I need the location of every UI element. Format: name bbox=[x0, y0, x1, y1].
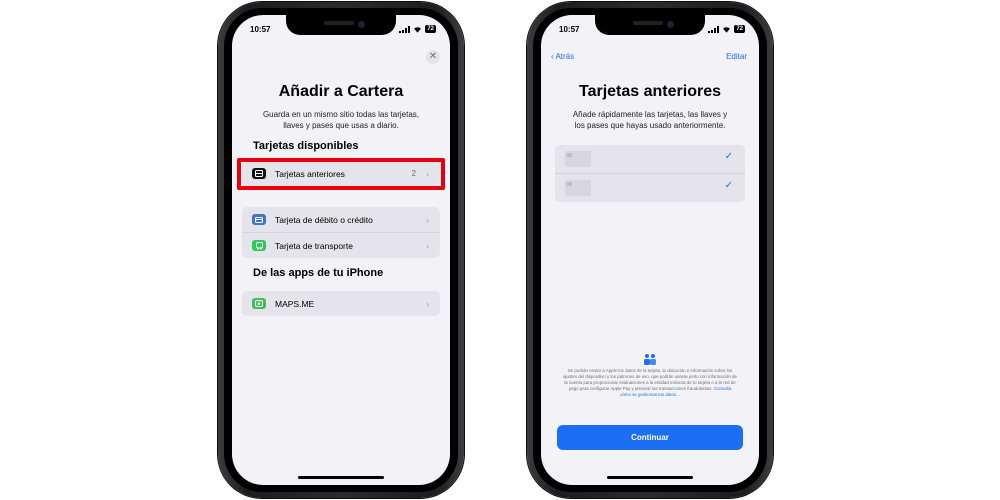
checkmark-icon: ✓ bbox=[724, 180, 733, 191]
page-title: Añadir a Cartera bbox=[278, 83, 404, 100]
chevron-right-icon: › bbox=[426, 240, 429, 251]
battery-icon: 72 bbox=[425, 25, 436, 33]
credit-card-icon bbox=[252, 214, 266, 225]
section-available-cards: Tarjetas disponibles bbox=[253, 140, 359, 152]
apps-group: MAPS.ME › bbox=[242, 291, 440, 316]
page-title: Tarjetas anteriores bbox=[579, 83, 721, 100]
maps-me-row[interactable]: MAPS.ME › bbox=[242, 291, 440, 316]
card-types-group: Tarjeta de débito o crédito › Tarjeta de… bbox=[242, 207, 440, 258]
red-highlight-box bbox=[237, 158, 445, 190]
page-description: Guarda en un mismo sitio todas las tarje… bbox=[262, 110, 420, 130]
back-button[interactable]: ‹ Atrás bbox=[551, 52, 574, 61]
previous-cards-screen: 10:57 72 ‹ Atrás Editar Tarjetas anterio… bbox=[541, 15, 759, 485]
continue-button[interactable]: Continuar bbox=[557, 425, 743, 450]
right-phone: 10:57 72 ‹ Atrás Editar Tarjetas anterio… bbox=[527, 2, 773, 498]
debit-credit-card-row[interactable]: Tarjeta de débito o crédito › bbox=[242, 207, 440, 232]
wifi-icon bbox=[414, 26, 422, 33]
transit-card-row[interactable]: Tarjeta de transporte › bbox=[242, 232, 440, 258]
battery-icon: 72 bbox=[734, 25, 745, 33]
status-time: 10:57 bbox=[559, 25, 580, 34]
transit-card-label: Tarjeta de transporte bbox=[275, 240, 353, 251]
checkmark-icon: ✓ bbox=[724, 151, 733, 162]
maps-me-label: MAPS.ME bbox=[275, 298, 315, 309]
phone-bezel: 10:57 72 ‹ Atrás Editar Tarjetas anterio… bbox=[533, 8, 767, 492]
debit-credit-card-label: Tarjeta de débito o crédito bbox=[275, 214, 373, 225]
edit-button[interactable]: Editar bbox=[726, 52, 747, 61]
add-to-wallet-screen: 10:57 72 ✕ Añadir a Cartera Guarda en un… bbox=[232, 15, 450, 485]
phone-bezel: 10:57 72 ✕ Añadir a Cartera Guarda en un… bbox=[224, 8, 458, 492]
chevron-right-icon: › bbox=[426, 214, 429, 225]
privacy-notice: Se podrán enviar a Apple los datos de la… bbox=[563, 368, 737, 398]
card-thumbnail bbox=[565, 180, 591, 196]
wifi-icon bbox=[723, 26, 731, 33]
card-thumbnail bbox=[565, 151, 591, 167]
chevron-right-icon: › bbox=[426, 298, 429, 309]
close-button[interactable]: ✕ bbox=[426, 50, 440, 64]
section-iphone-apps: De las apps de tu iPhone bbox=[253, 267, 384, 279]
status-time: 10:57 bbox=[250, 25, 271, 34]
signal-icon bbox=[399, 25, 411, 33]
previous-cards-list: ✓ ✓ bbox=[555, 145, 745, 202]
train-icon bbox=[252, 240, 266, 251]
page-description: Añade rápidamente las tarjetas, las llav… bbox=[572, 110, 728, 130]
previous-card-item[interactable]: ✓ bbox=[555, 173, 745, 202]
privacy-handshake-icon bbox=[644, 354, 656, 365]
home-indicator[interactable] bbox=[298, 476, 384, 479]
home-indicator[interactable] bbox=[607, 476, 693, 479]
notch bbox=[595, 15, 705, 35]
back-label: Atrás bbox=[555, 52, 575, 61]
previous-card-item[interactable]: ✓ bbox=[555, 145, 745, 173]
notch bbox=[286, 15, 396, 35]
left-phone: 10:57 72 ✕ Añadir a Cartera Guarda en un… bbox=[218, 2, 464, 498]
signal-icon bbox=[708, 25, 720, 33]
privacy-text: Se podrán enviar a Apple los datos de la… bbox=[563, 368, 737, 391]
maps-me-icon bbox=[252, 298, 266, 309]
